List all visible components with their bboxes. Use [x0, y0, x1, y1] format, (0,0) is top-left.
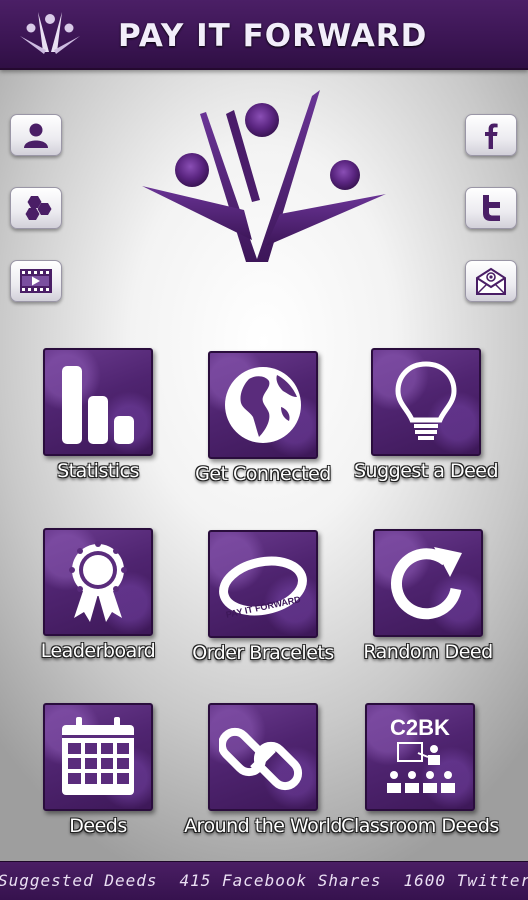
bracelet-icon: PAY IT FORWARD [219, 556, 307, 620]
app-header: PAY IT FORWARD [0, 0, 528, 70]
ticker-track: Suggested Deeds 415 Facebook Shares 1600… [0, 871, 528, 890]
tile-suggest-deed-label: Suggest a Deed [353, 460, 499, 482]
video-icon [20, 269, 52, 293]
tile-leaderboard-icon-box [43, 528, 153, 636]
tile-statistics-icon-box [43, 348, 153, 456]
tile-order-bracelets-label: Order Bracelets [192, 642, 334, 664]
video-button[interactable] [10, 260, 62, 302]
twitter-button[interactable] [465, 187, 517, 229]
tile-classroom-deeds-label: Classroom Deeds [341, 815, 499, 837]
tile-suggest-deed-icon-box [371, 348, 481, 456]
hexagons-icon [25, 196, 52, 220]
lightbulb-icon [395, 361, 457, 440]
community-button[interactable] [10, 187, 62, 229]
classroom-badge-text: C2BK [390, 715, 450, 740]
tile-around-the-world[interactable]: Around the World [183, 703, 343, 837]
ribbon-award-icon [69, 541, 127, 622]
tile-around-the-world-icon-box [208, 703, 318, 811]
tile-deeds-label: Deeds [69, 815, 127, 837]
email-icon [476, 267, 506, 295]
bar-chart-icon [62, 366, 134, 444]
twitter-icon [483, 195, 500, 221]
email-button[interactable] [465, 260, 517, 302]
tile-deeds-icon-box [43, 703, 153, 811]
bracelet-text: PAY IT FORWARD [225, 594, 302, 620]
facebook-button[interactable] [465, 114, 517, 156]
facebook-icon [485, 123, 498, 149]
tile-order-bracelets-icon-box: PAY IT FORWARD [208, 530, 318, 638]
tile-suggest-deed[interactable]: Suggest a Deed [346, 348, 506, 482]
app-logo-icon [20, 12, 80, 54]
refresh-arrow-icon [390, 547, 462, 620]
ticker-item: Suggested Deeds [0, 871, 158, 890]
tile-random-deed-icon-box [373, 529, 483, 637]
ticker-item: 1600 Twitter Shares [403, 871, 528, 890]
tile-get-connected-label: Get Connected [195, 463, 331, 485]
pay-it-forward-logo-icon [142, 90, 386, 262]
tile-random-deed[interactable]: Random Deed [348, 529, 508, 663]
tile-classroom-deeds[interactable]: C2BK Classroom Deeds [340, 703, 500, 837]
tile-statistics[interactable]: Statistics [18, 348, 178, 482]
tile-order-bracelets[interactable]: PAY IT FORWARD Order Bracelets [183, 530, 343, 664]
stats-ticker: Suggested Deeds 415 Facebook Shares 1600… [0, 861, 528, 900]
tile-around-the-world-label: Around the World [184, 815, 342, 837]
tile-get-connected-icon-box [208, 351, 318, 459]
person-icon [24, 123, 48, 148]
tile-get-connected[interactable]: Get Connected [183, 351, 343, 485]
chain-link-icon [219, 727, 303, 791]
tile-classroom-deeds-icon-box: C2BK [365, 703, 475, 811]
app-title: PAY IT FORWARD [118, 18, 428, 54]
tile-leaderboard-label: Leaderboard [40, 640, 156, 662]
tile-deeds[interactable]: Deeds [18, 703, 178, 837]
tile-leaderboard[interactable]: Leaderboard [18, 528, 178, 662]
calendar-icon [62, 717, 134, 795]
tile-random-deed-label: Random Deed [363, 641, 493, 663]
profile-button[interactable] [10, 114, 62, 156]
tile-statistics-label: Statistics [57, 460, 139, 482]
ticker-item: 415 Facebook Shares [179, 871, 382, 890]
classroom-icon: C2BK [387, 715, 455, 793]
globe-icon [225, 367, 301, 443]
